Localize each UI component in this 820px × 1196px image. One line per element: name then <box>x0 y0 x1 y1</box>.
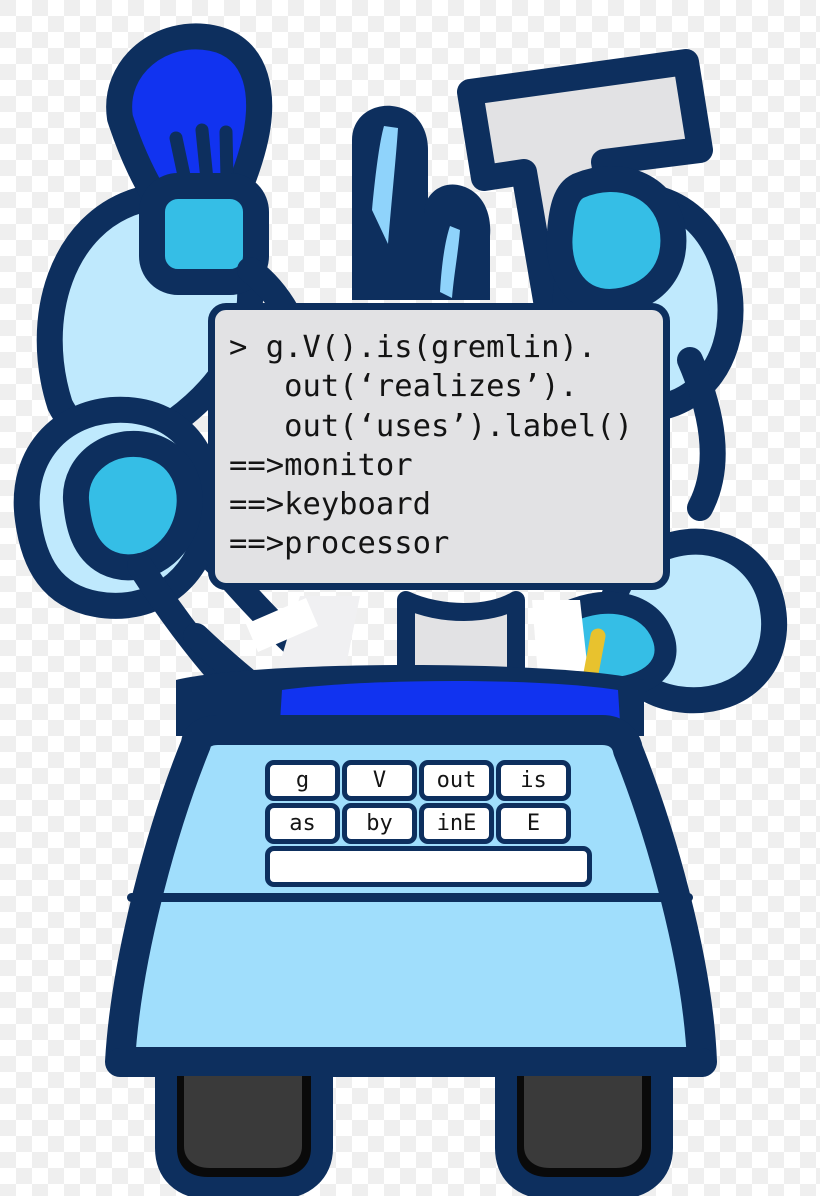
key-v[interactable]: V <box>342 760 417 801</box>
key-out[interactable]: out <box>419 760 494 801</box>
key-g[interactable]: g <box>265 760 340 801</box>
console-result-keyboard: ==>keyboard <box>229 487 431 523</box>
console-line-3: out(‘uses’).label() <box>229 408 633 444</box>
robot-feet <box>106 1047 716 1196</box>
key-row-1: g V out is <box>265 760 594 803</box>
key-e[interactable]: E <box>496 803 571 844</box>
key-is[interactable]: is <box>496 760 571 801</box>
console-line-1: > g.V().is(gremlin). <box>229 330 597 365</box>
gremlin-robot-illustration <box>13 23 788 1196</box>
console-result-processor: ==>processor <box>229 526 450 562</box>
gremlin-step-keyboard[interactable]: g V out is as by inE E <box>265 760 594 889</box>
key-by[interactable]: by <box>342 803 417 844</box>
illustration-canvas: > g.V().is(gremlin). out(‘realizes’). ou… <box>0 0 820 1196</box>
key-as[interactable]: as <box>265 803 340 844</box>
gremlin-console[interactable]: > g.V().is(gremlin). out(‘realizes’). ou… <box>208 303 670 590</box>
body-divider-line <box>127 893 693 902</box>
console-line-2: out(‘realizes’). <box>229 369 578 405</box>
key-ine[interactable]: inE <box>419 803 494 844</box>
key-row-3 <box>265 846 594 889</box>
key-spacebar[interactable] <box>265 846 592 887</box>
console-result-monitor: ==>monitor <box>229 447 413 483</box>
key-row-2: as by inE E <box>265 803 594 846</box>
